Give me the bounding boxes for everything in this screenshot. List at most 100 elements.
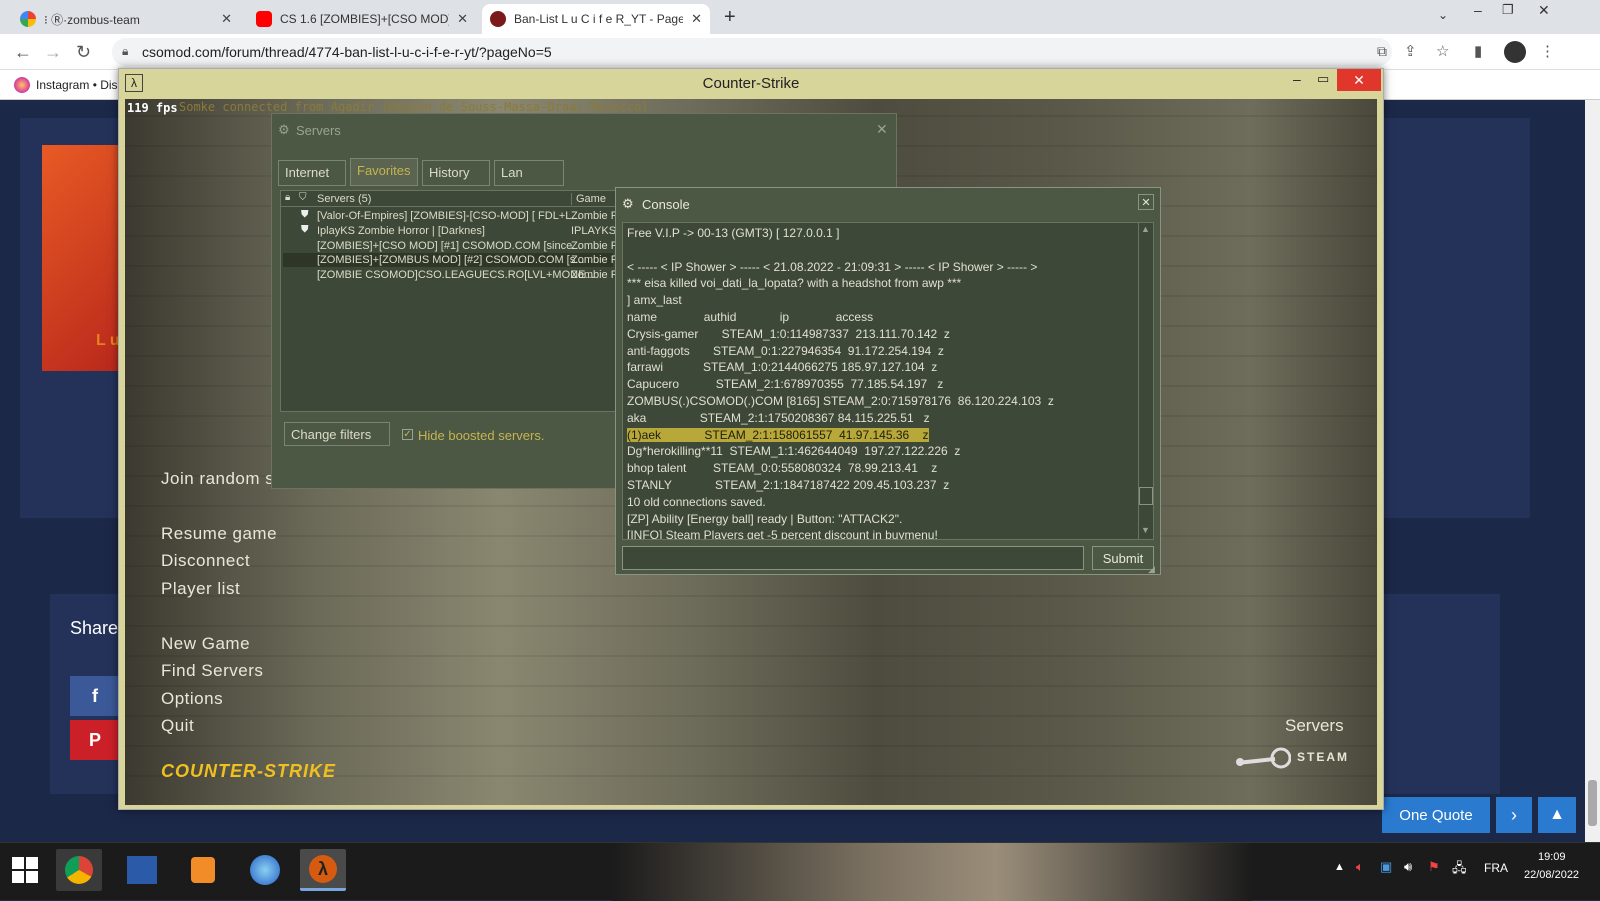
profile-avatar[interactable] xyxy=(1504,41,1526,63)
console-output: Free V.I.P -> 00-13 (GMT3) [ 127.0.0.1 ]… xyxy=(622,222,1140,540)
tab-history[interactable]: History xyxy=(422,160,490,186)
quit[interactable]: Quit xyxy=(161,716,194,736)
server-row[interactable]: [ZOMBIES]+[ZOMBUS MOD] [#2] CSOMOD.COM [… xyxy=(317,254,621,266)
browser-tab-zombus[interactable]: ⁝ Ⓡ·zombus-team ✕ xyxy=(12,4,240,34)
side-panel-icon[interactable]: ▮ xyxy=(1474,42,1482,60)
scroll-up-icon[interactable]: ▲ xyxy=(1141,224,1150,234)
console-scrollbar[interactable]: ▲ ▼ xyxy=(1138,222,1154,540)
defender-icon[interactable]: ⚑ xyxy=(1428,859,1440,875)
pinterest-share-icon[interactable]: P xyxy=(70,720,120,760)
tab-lan[interactable]: Lan xyxy=(494,160,564,186)
console-line: (1)aek STEAM_2:1:158061557 41.97.145.36 … xyxy=(627,427,929,442)
console-line: anti-faggots STEAM_0:1:227946354 91.172.… xyxy=(627,343,944,358)
scrollbar-thumb[interactable] xyxy=(1139,487,1153,505)
steam-small-icon: ⚙ xyxy=(622,196,634,211)
bookmark-instagram[interactable]: Instagram • Dis xyxy=(36,78,118,92)
language-indicator[interactable]: FRA xyxy=(1484,861,1508,875)
new-tab-icon[interactable]: + xyxy=(724,6,736,29)
options[interactable]: Options xyxy=(161,689,223,709)
minimize-icon[interactable]: – xyxy=(1474,2,1482,18)
chrome-taskbar-icon[interactable] xyxy=(56,849,102,891)
header-servers[interactable]: Servers (5) xyxy=(317,193,371,205)
browser-tab-bar: ⁝ Ⓡ·zombus-team ✕ CS 1.6 [ZOMBIES]+[CSO … xyxy=(0,0,1600,34)
submit-button[interactable]: Submit xyxy=(1092,546,1154,570)
share-icon[interactable]: ⇪ xyxy=(1404,42,1417,60)
find-servers[interactable]: Find Servers xyxy=(161,661,263,681)
header-game[interactable]: Game xyxy=(571,193,606,205)
halflife-taskbar-icon[interactable]: λ xyxy=(300,849,346,891)
translate-icon[interactable]: ⧉ xyxy=(1377,43,1387,60)
tab-favorites[interactable]: Favorites xyxy=(350,158,418,186)
disconnect[interactable]: Disconnect xyxy=(161,551,250,571)
resize-grip-icon[interactable]: ◢ xyxy=(1148,564,1155,575)
server-row[interactable]: IplayKS Zombie Horror | [Darknes] IPLAYKS… xyxy=(317,225,622,237)
cs-title-bar[interactable]: λ Counter-Strike – ▭ ✕ xyxy=(119,69,1383,97)
network-icon[interactable]: 🖧︎ xyxy=(1452,859,1467,881)
join-random-server[interactable]: Join random s xyxy=(161,469,274,489)
close-icon[interactable]: ✕ xyxy=(876,121,888,138)
counter-strike-window[interactable]: λ Counter-Strike – ▭ ✕ 119 fps Somke con… xyxy=(118,68,1384,810)
server-row[interactable]: [ZOMBIES]+[CSO MOD] [#1] CSOMOD.COM [sin… xyxy=(317,240,621,252)
browser-tab-youtube[interactable]: CS 1.6 [ZOMBIES]+[CSO MOD] [F ✕ xyxy=(248,4,476,34)
cs-window-title: Counter-Strike xyxy=(702,74,800,92)
console-dialog[interactable]: ⚙ Console ✕ Free V.I.P -> 00-13 (GMT3) [… xyxy=(615,187,1161,575)
taskbar: λ ▲ 🔈︎ ▣ 🔊︎ ⚑ 🖧︎ FRA 19:09 22/08/2022 xyxy=(0,842,1600,901)
reload-icon[interactable]: ↻ xyxy=(76,42,91,63)
tab-internet[interactable]: Internet xyxy=(278,160,346,186)
close-icon[interactable]: ✕ xyxy=(1138,194,1154,210)
server-game: Zombie Pl xyxy=(571,240,621,252)
player-list[interactable]: Player list xyxy=(161,579,240,599)
hide-boosted-label[interactable]: Hide boosted servers. xyxy=(418,428,544,443)
clock-time[interactable]: 19:09 xyxy=(1538,851,1566,863)
tab-title: ⁝ Ⓡ·zombus-team xyxy=(44,12,140,27)
quote-button[interactable]: One Quote xyxy=(1382,797,1490,833)
clock-date[interactable]: 22/08/2022 xyxy=(1524,869,1579,881)
console-line: < ----- < IP Shower > ----- < 21.08.2022… xyxy=(627,259,1038,274)
site-favicon-icon xyxy=(490,11,506,27)
resume-game[interactable]: Resume game xyxy=(161,524,277,544)
steam-label: STEAM xyxy=(1297,750,1349,764)
google-icon xyxy=(20,11,36,27)
new-game[interactable]: New Game xyxy=(161,634,250,654)
server-row[interactable]: [Valor-Of-Empires] [ZOMBIES]-[CSO-MOD] [… xyxy=(317,210,621,222)
close-tab-icon[interactable]: ✕ xyxy=(221,11,232,27)
menu-icon[interactable]: ⋮ xyxy=(1540,42,1555,60)
next-icon[interactable]: › xyxy=(1496,797,1532,833)
app-taskbar-icon[interactable] xyxy=(242,849,288,891)
tab-search-icon[interactable]: ⌄ xyxy=(1438,8,1448,22)
scrollbar-thumb[interactable] xyxy=(1588,780,1597,826)
restore-icon[interactable]: ❐ xyxy=(1502,2,1514,18)
speaker-icon[interactable]: 🔊︎ xyxy=(1404,859,1412,875)
bookmark-star-icon[interactable]: ☆ xyxy=(1436,42,1449,60)
app-tray-icon[interactable]: ▣ xyxy=(1380,859,1392,875)
back-icon[interactable]: ← xyxy=(14,42,32,63)
show-hidden-icons[interactable]: ▲ xyxy=(1334,861,1345,873)
page-scrollbar[interactable] xyxy=(1585,100,1600,850)
url-field[interactable]: 🔒︎ csomod.com/forum/thread/4774-ban-list… xyxy=(112,38,1392,66)
taskbar-wallpaper xyxy=(612,843,1252,901)
console-input[interactable] xyxy=(622,546,1084,570)
console-line: bhop talent STEAM_0:0:558080324 78.99.21… xyxy=(627,461,938,476)
server-row[interactable]: [ZOMBIE CSOMOD]CSO.LEAGUECS.RO[LVL+MONE.… xyxy=(317,269,621,281)
close-window-icon[interactable]: ✕ xyxy=(1538,2,1550,19)
scroll-down-icon[interactable]: ▼ xyxy=(1141,525,1150,535)
close-tab-icon[interactable]: ✕ xyxy=(691,11,702,27)
maximize-icon[interactable]: ▭ xyxy=(1317,71,1329,87)
media-player-taskbar-icon[interactable] xyxy=(180,849,226,891)
windows-start-icon[interactable] xyxy=(12,857,38,883)
steam-servers-link[interactable]: Servers xyxy=(1285,716,1344,736)
minimize-icon[interactable]: – xyxy=(1293,71,1301,87)
browser-tab-banlist[interactable]: Ban-List L u C i f e R_YT - Page 5 ✕ xyxy=(482,4,710,34)
close-tab-icon[interactable]: ✕ xyxy=(457,11,468,27)
close-window-icon[interactable]: ✕ xyxy=(1337,69,1381,91)
forward-icon[interactable]: → xyxy=(44,42,62,63)
cs-game-view[interactable]: 119 fps Somke connected from Agadir (Reg… xyxy=(125,99,1377,805)
scroll-top-icon[interactable]: ▲ xyxy=(1538,797,1576,833)
volume-muted-icon[interactable]: 🔈︎ xyxy=(1356,859,1364,875)
facebook-share-icon[interactable]: f xyxy=(70,676,120,716)
console-line: Capucero STEAM_2:1:678970355 77.185.54.1… xyxy=(627,377,944,392)
change-filters-button[interactable]: Change filters xyxy=(284,422,390,446)
game-taskbar-icon[interactable] xyxy=(118,849,164,891)
console-line: Crysis-gamer STEAM_1:0:114987337 213.111… xyxy=(627,326,950,341)
hide-boosted-checkbox[interactable]: ✓ xyxy=(402,429,413,440)
